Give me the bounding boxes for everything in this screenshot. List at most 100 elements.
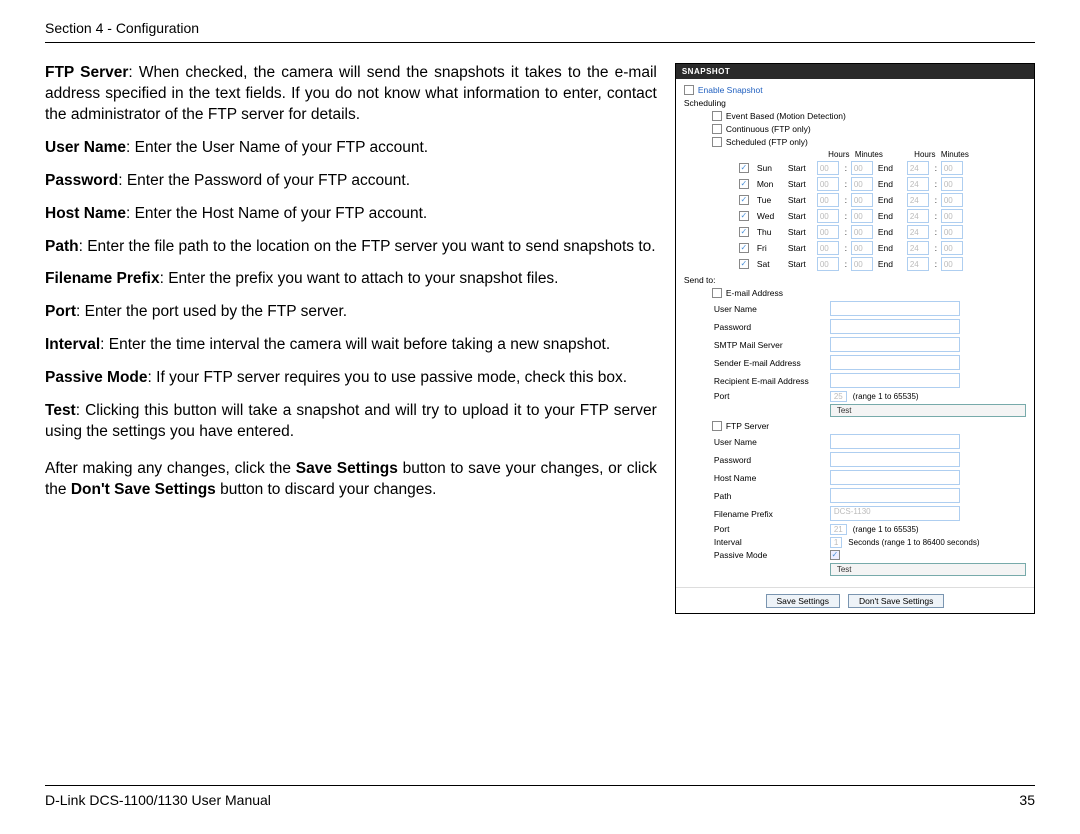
ftp-port-input[interactable]: 21 [830,524,847,535]
start-hours-input[interactable]: 00 [817,193,839,207]
email-recip-input[interactable] [830,373,960,388]
email-port-input[interactable]: 25 [830,391,847,402]
end-minutes-input[interactable]: 00 [941,161,963,175]
day-mon-label: Mon [757,179,785,189]
day-tue-label: Tue [757,195,785,205]
start-hours-input[interactable]: 00 [817,225,839,239]
day-wed-checkbox[interactable] [739,211,749,221]
continuous-checkbox[interactable] [712,124,722,134]
desc-ftp-server: : When checked, the camera will send the… [45,64,657,123]
start-label: Start [788,227,814,237]
start-minutes-input[interactable]: 00 [851,241,873,255]
start-hours-input[interactable]: 00 [817,241,839,255]
end-label: End [878,163,904,173]
email-test-button[interactable]: Test [830,404,1026,417]
end-hours-input[interactable]: 24 [907,225,929,239]
start-minutes-input[interactable]: 00 [851,257,873,271]
ftp-pass-label: Password [714,455,824,465]
end-hours-input[interactable]: 24 [907,177,929,191]
ftp-port-label: Port [714,524,824,534]
end-label: End [878,179,904,189]
start-hours-input[interactable]: 00 [817,177,839,191]
end-hours-input[interactable]: 24 [907,161,929,175]
event-based-label: Event Based (Motion Detection) [726,111,846,121]
end-hours-input[interactable]: 24 [907,193,929,207]
enable-snapshot-checkbox[interactable] [684,85,694,95]
ftp-test-button[interactable]: Test [830,563,1026,576]
term-ftp-server: FTP Server [45,64,128,81]
event-based-checkbox[interactable] [712,111,722,121]
page-header: Section 4 - Configuration [45,20,1035,43]
start-minutes-input[interactable]: 00 [851,225,873,239]
end-minutes-input[interactable]: 00 [941,241,963,255]
email-user-input[interactable] [830,301,960,316]
ftp-user-input[interactable] [830,434,960,449]
end-hours-input[interactable]: 24 [907,241,929,255]
desc-port: : Enter the port used by the FTP server. [76,303,347,320]
footer-manual: D-Link DCS-1100/1130 User Manual [45,792,271,808]
end-minutes-input[interactable]: 00 [941,193,963,207]
footer-page: 35 [1019,792,1035,808]
sendto-label: Send to: [684,275,1026,285]
ftp-pass-input[interactable] [830,452,960,467]
schedule-row-sun: SunStart00:00End24:00 [739,161,1026,175]
desc-prefix: : Enter the prefix you want to attach to… [160,270,559,287]
ftp-prefix-label: Filename Prefix [714,509,824,519]
end-hours-input[interactable]: 24 [907,209,929,223]
dont-save-settings-button[interactable]: Don't Save Settings [848,594,944,608]
schedule-row-fri: FriStart00:00End24:00 [739,241,1026,255]
ftp-interval-hint: Seconds (range 1 to 86400 seconds) [848,538,979,547]
email-address-checkbox[interactable] [712,288,722,298]
start-minutes-input[interactable]: 00 [851,193,873,207]
end-minutes-input[interactable]: 00 [941,257,963,271]
end-label: End [878,259,904,269]
day-fri-checkbox[interactable] [739,243,749,253]
email-recip-label: Recipient E-mail Address [714,376,824,386]
ftp-host-input[interactable] [830,470,960,485]
email-pass-input[interactable] [830,319,960,334]
start-label: Start [788,179,814,189]
col-minutes-2: Minutes [941,150,965,159]
start-minutes-input[interactable]: 00 [851,161,873,175]
start-hours-input[interactable]: 00 [817,257,839,271]
desc-test: : Clicking this button will take a snaps… [45,402,657,440]
email-port-label: Port [714,391,824,401]
day-sat-checkbox[interactable] [739,259,749,269]
ftp-path-input[interactable] [830,488,960,503]
end-minutes-input[interactable]: 00 [941,209,963,223]
ftp-prefix-input[interactable]: DCS-1130 [830,506,960,521]
save-note-b1: Save Settings [296,460,398,477]
desc-username: : Enter the User Name of your FTP accoun… [126,139,428,156]
ftp-server-checkbox[interactable] [712,421,722,431]
ftp-host-label: Host Name [714,473,824,483]
start-hours-input[interactable]: 00 [817,161,839,175]
email-user-label: User Name [714,304,824,314]
scheduled-checkbox[interactable] [712,137,722,147]
day-tue-checkbox[interactable] [739,195,749,205]
end-hours-input[interactable]: 24 [907,257,929,271]
term-passive: Passive Mode [45,369,148,386]
term-hostname: Host Name [45,205,126,222]
email-sender-input[interactable] [830,355,960,370]
start-minutes-input[interactable]: 00 [851,209,873,223]
email-sender-label: Sender E-mail Address [714,358,824,368]
schedule-row-mon: MonStart00:00End24:00 [739,177,1026,191]
ftp-passive-label: Passive Mode [714,550,824,560]
email-port-hint: (range 1 to 65535) [853,392,919,401]
day-sun-checkbox[interactable] [739,163,749,173]
ftp-interval-input[interactable]: 1 [830,537,842,548]
day-mon-checkbox[interactable] [739,179,749,189]
save-settings-button[interactable]: Save Settings [766,594,840,608]
day-thu-checkbox[interactable] [739,227,749,237]
start-minutes-input[interactable]: 00 [851,177,873,191]
end-minutes-input[interactable]: 00 [941,177,963,191]
scheduled-label: Scheduled (FTP only) [726,137,808,147]
end-minutes-input[interactable]: 00 [941,225,963,239]
start-label: Start [788,163,814,173]
start-hours-input[interactable]: 00 [817,209,839,223]
end-label: End [878,227,904,237]
email-smtp-input[interactable] [830,337,960,352]
term-prefix: Filename Prefix [45,270,160,287]
start-label: Start [788,211,814,221]
ftp-passive-checkbox[interactable] [830,550,840,560]
